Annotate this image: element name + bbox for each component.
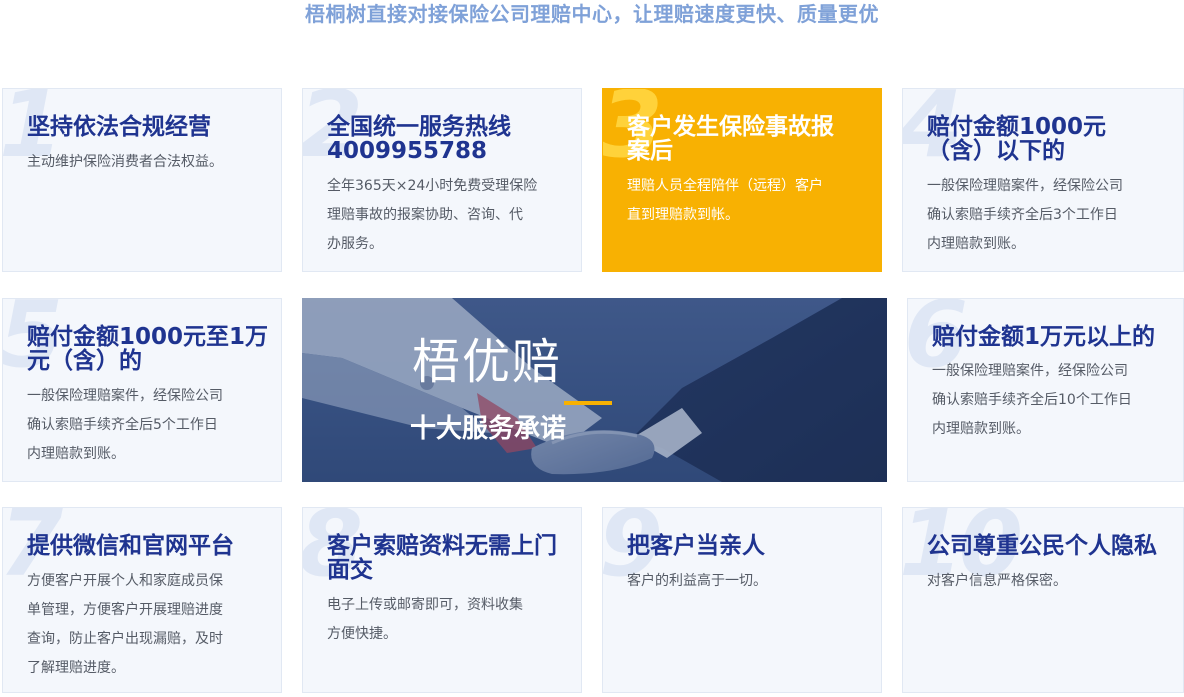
card-description: 主动维护保险消费者合法权益。 [27, 154, 223, 170]
card-description: 一般保险理赔案件，经保险公司 确认索赔手续齐全后5个工作日 内理赔款到账。 [27, 388, 223, 462]
card-description: 理赔人员全程陪伴（远程）客户 直到理赔款到帐。 [627, 178, 823, 223]
card-title: 把客户当亲人 [627, 533, 765, 559]
card-description: 对客户信息严格保密。 [927, 573, 1067, 589]
promise-card-7: 7 提供微信和官网平台 方便客户开展个人和家庭成员保 单管理，方便客户开展理赔进… [2, 507, 282, 693]
card-title: 全国统一服务热线 4009955788 [327, 114, 511, 164]
banner-title: 梧优赔 [411, 334, 562, 390]
card-title: 客户索赔资料无需上门 面交 [327, 533, 557, 583]
card-description: 客户的利益高于一切。 [627, 573, 767, 589]
card-title: 公司尊重公民个人隐私 [927, 533, 1157, 559]
page-headline: 梧桐树直接对接保险公司理赔中心，让理赔速度更快、质量更优 [305, 2, 879, 26]
promise-card-6: 6 赔付金额1万元以上的 一般保险理赔案件，经保险公司 确认索赔手续齐全后10个… [907, 298, 1184, 482]
promise-card-10: 10 公司尊重公民个人隐私 对客户信息严格保密。 [902, 507, 1184, 693]
banner-divider [564, 401, 612, 405]
promise-card-2: 2 全国统一服务热线 4009955788 全年365天×24小时免费受理保险 … [302, 88, 582, 272]
card-title: 赔付金额1000元至1万 元（含）的 [27, 324, 269, 374]
card-description: 全年365天×24小时免费受理保险 理赔事故的报案协助、咨询、代 办服务。 [327, 178, 538, 252]
promise-card-4: 4 赔付金额1000元 （含）以下的 一般保险理赔案件，经保险公司 确认索赔手续… [902, 88, 1184, 272]
card-title: 提供微信和官网平台 [27, 533, 234, 559]
handshake-illustration [302, 298, 887, 482]
card-title: 赔付金额1000元 （含）以下的 [927, 114, 1107, 164]
promise-card-8: 8 客户索赔资料无需上门 面交 电子上传或邮寄即可，资料收集 方便快捷。 [302, 507, 582, 693]
card-description: 一般保险理赔案件，经保险公司 确认索赔手续齐全后3个工作日 内理赔款到账。 [927, 178, 1123, 252]
promise-card-9: 9 把客户当亲人 客户的利益高于一切。 [602, 507, 882, 693]
card-description: 电子上传或邮寄即可，资料收集 方便快捷。 [327, 597, 523, 642]
banner-subtitle: 十大服务承诺 [409, 414, 566, 444]
card-title: 客户发生保险事故报 案后 [627, 114, 834, 164]
card-title: 坚持依法合规经营 [27, 114, 211, 140]
promise-card-5: 5 赔付金额1000元至1万 元（含）的 一般保险理赔案件，经保险公司 确认索赔… [2, 298, 282, 482]
card-description: 一般保险理赔案件，经保险公司 确认索赔手续齐全后10个工作日 内理赔款到账。 [932, 363, 1132, 437]
promise-card-1: 1 坚持依法合规经营 主动维护保险消费者合法权益。 [2, 88, 282, 272]
card-description: 方便客户开展个人和家庭成员保 单管理，方便客户开展理赔进度 查询，防止客户出现漏… [27, 573, 223, 676]
service-promise-banner: 梧优赔 十大服务承诺 [302, 298, 887, 482]
promise-card-3: 3 客户发生保险事故报 案后 理赔人员全程陪伴（远程）客户 直到理赔款到帐。 [602, 88, 882, 272]
card-title: 赔付金额1万元以上的 [932, 324, 1156, 350]
